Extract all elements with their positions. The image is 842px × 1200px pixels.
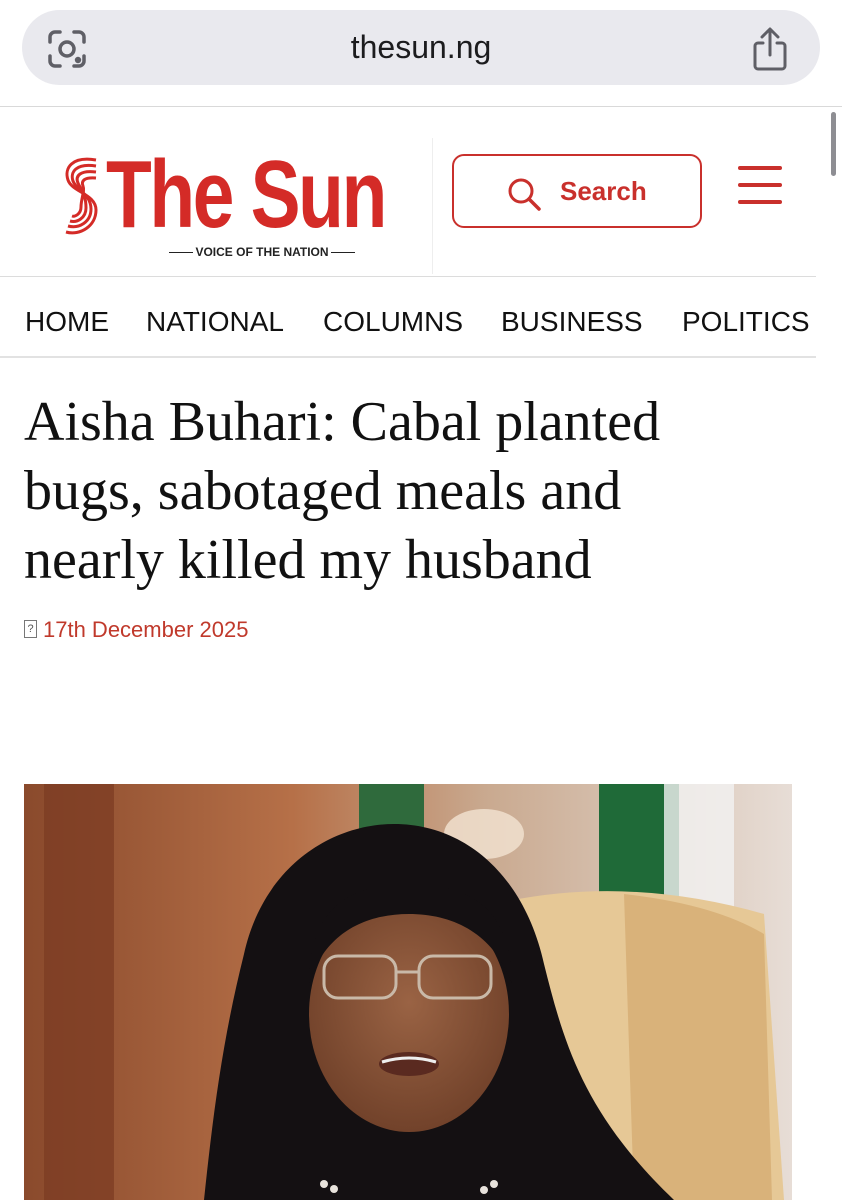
- browser-divider: [0, 106, 842, 107]
- address-bar[interactable]: thesun.ng: [22, 10, 820, 85]
- nav-item-home[interactable]: HOME: [25, 277, 109, 367]
- logo-swirl-mark: [65, 157, 98, 235]
- article-date-text: 17th December 2025: [43, 617, 249, 642]
- hamburger-menu-icon[interactable]: [738, 166, 782, 204]
- logo-wordmark: The Sun: [106, 141, 387, 248]
- headline-line: nearly killed my husband: [24, 529, 592, 591]
- scrollbar[interactable]: [831, 112, 836, 176]
- share-icon[interactable]: [750, 26, 790, 72]
- nav-divider-bottom: [0, 356, 816, 358]
- headline-line: bugs, sabotaged meals and: [24, 460, 622, 522]
- nav-item-national[interactable]: NATIONAL: [146, 277, 284, 367]
- article-date: ? 17th December 2025: [24, 616, 248, 644]
- nav-item-columns[interactable]: COLUMNS: [323, 277, 463, 367]
- headline-line: Aisha Buhari: Cabal planted: [24, 391, 661, 453]
- main-nav: HOME NATIONAL COLUMNS BUSINESS POLITICS: [0, 277, 842, 357]
- url-text[interactable]: thesun.ng: [22, 10, 820, 85]
- nav-item-politics[interactable]: POLITICS: [682, 277, 810, 367]
- article-photo-illustration: [24, 784, 792, 1200]
- article-photo[interactable]: [24, 784, 792, 1200]
- site-logo[interactable]: The Sun VOICE OF THE NATION: [62, 141, 414, 264]
- search-icon: [508, 178, 541, 211]
- calendar-icon: ?: [24, 620, 37, 639]
- header-divider: [432, 138, 433, 274]
- logo-tagline: VOICE OF THE NATION: [162, 245, 362, 259]
- search-button[interactable]: Search: [452, 154, 702, 228]
- article-headline: Aisha Buhari: Cabal planted bugs, sabota…: [24, 388, 814, 595]
- nav-item-business[interactable]: BUSINESS: [501, 277, 643, 367]
- search-label: Search: [560, 176, 647, 206]
